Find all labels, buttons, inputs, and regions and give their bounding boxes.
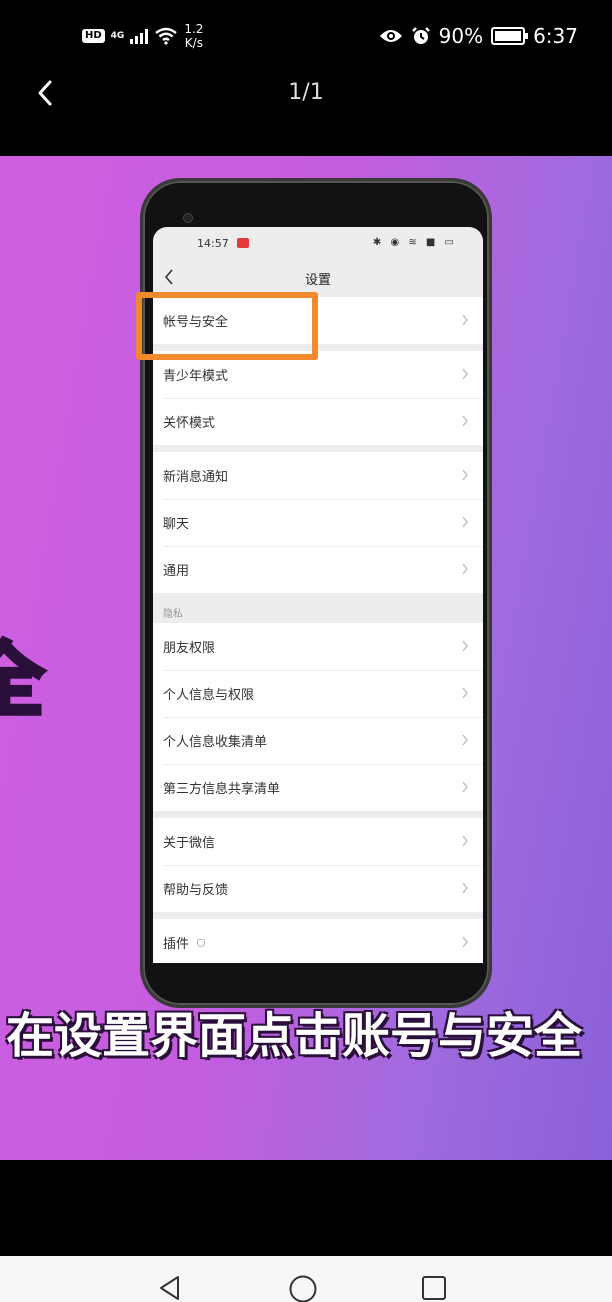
status-right-group: 90% 6:37 (379, 24, 578, 48)
recents-square-icon[interactable] (420, 1274, 448, 1302)
chevron-right-icon (462, 563, 468, 575)
speed-unit: K/s (184, 36, 203, 50)
system-nav-bar (0, 1256, 612, 1302)
back-triangle-icon[interactable] (156, 1274, 184, 1302)
network-type: 4G (110, 31, 125, 41)
chevron-right-icon (462, 368, 468, 380)
settings-row: 个人信息与权限 (153, 670, 483, 717)
settings-row: 个人信息收集清单 (153, 717, 483, 764)
settings-row: 帮助与反馈 (153, 865, 483, 912)
settings-list: 帐号与安全 青少年模式 关怀模式 新消息通知 聊天 通用 隐私 朋友权限 个人信息与权限 个人信息… (153, 297, 483, 963)
chevron-right-icon (462, 882, 468, 894)
signal-icon (130, 28, 149, 44)
settings-nav: 设置 (153, 257, 483, 297)
settings-row-label: 个人信息与权限 (163, 688, 255, 703)
chevron-right-icon (462, 469, 468, 481)
notification-badge-icon (237, 238, 249, 248)
settings-row-label: 关于微信 (163, 836, 216, 851)
network-speed: 1.2 K/s (184, 22, 203, 50)
settings-group: 青少年模式 关怀模式 (153, 351, 483, 445)
settings-row-label: 个人信息收集清单 (163, 735, 268, 750)
chevron-right-icon (462, 734, 468, 746)
settings-row: 关于微信 (153, 818, 483, 865)
settings-group: 插件 (153, 919, 483, 963)
chevron-right-icon (462, 687, 468, 699)
settings-row: 聊天 (153, 499, 483, 546)
settings-group: 关于微信 帮助与反馈 (153, 818, 483, 912)
settings-row-label: 青少年模式 (163, 369, 229, 384)
status-left-group: HD 4G 1.2 K/s (82, 22, 203, 50)
settings-group: 新消息通知 聊天 通用 (153, 452, 483, 593)
settings-row-label: 帮助与反馈 (163, 883, 229, 898)
settings-row-label: 聊天 (163, 517, 190, 532)
plugin-shield-icon (197, 938, 206, 947)
chevron-right-icon (462, 781, 468, 793)
inner-time: 14:57 (197, 237, 229, 250)
chevron-right-icon (462, 640, 468, 652)
settings-title: 设置 (304, 273, 331, 288)
status-bar: HD 4G 1.2 K/s 90% 6:37 (0, 0, 612, 70)
section-label: 隐私 (163, 609, 183, 620)
chevron-right-icon (462, 314, 468, 326)
chevron-right-icon (462, 936, 468, 948)
settings-row-label: 新消息通知 (163, 470, 229, 485)
settings-row-label: 插件 (163, 937, 190, 952)
camera-icon (183, 213, 193, 223)
settings-row: 朋友权限 (153, 623, 483, 670)
bottom-caption: 在设置界面点击账号与安全 (6, 1008, 583, 1064)
inner-status-icons: ✱ ◉ ≋ ■ ▭ (372, 237, 457, 248)
chevron-right-icon (462, 835, 468, 847)
settings-row-label: 朋友权限 (163, 641, 216, 656)
side-caption: 全 (0, 632, 46, 729)
settings-row-label: 关怀模式 (163, 416, 216, 431)
viewer-footer (0, 1160, 612, 1256)
settings-row-label: 通用 (163, 564, 190, 579)
hd-icon: HD (82, 29, 105, 43)
page-counter: 1/1 (288, 80, 324, 105)
highlight-box (136, 292, 318, 360)
settings-row: 新消息通知 (153, 452, 483, 499)
home-circle-icon[interactable] (288, 1274, 318, 1302)
viewer-header: 1/1 (0, 70, 612, 156)
chevron-right-icon (462, 516, 468, 528)
speed-value: 1.2 (184, 22, 204, 36)
battery-percent: 90% (438, 24, 484, 48)
wifi-icon (155, 27, 178, 45)
battery-icon (491, 27, 529, 45)
tutorial-image[interactable]: 全 14:57 ✱ ◉ ≋ ■ ▭ 设置 帐号与安全 青少年模式 关怀模式 新消息通知… (0, 156, 612, 1160)
settings-row: 第三方信息共享清单 (153, 764, 483, 811)
alarm-icon (411, 27, 430, 44)
settings-row: 插件 (153, 919, 483, 963)
settings-group: 朋友权限个人信息与权限 个人信息收集清单 第三方信息共享清单 (153, 623, 483, 811)
inner-status-bar: 14:57 ✱ ◉ ≋ ■ ▭ (153, 227, 483, 257)
settings-row-label: 第三方信息共享清单 (163, 782, 281, 797)
settings-row: 关怀模式 (153, 398, 483, 445)
clock: 6:37 (533, 24, 578, 48)
settings-row: 通用 (153, 546, 483, 593)
chevron-right-icon (462, 415, 468, 427)
eye-icon (379, 30, 402, 42)
